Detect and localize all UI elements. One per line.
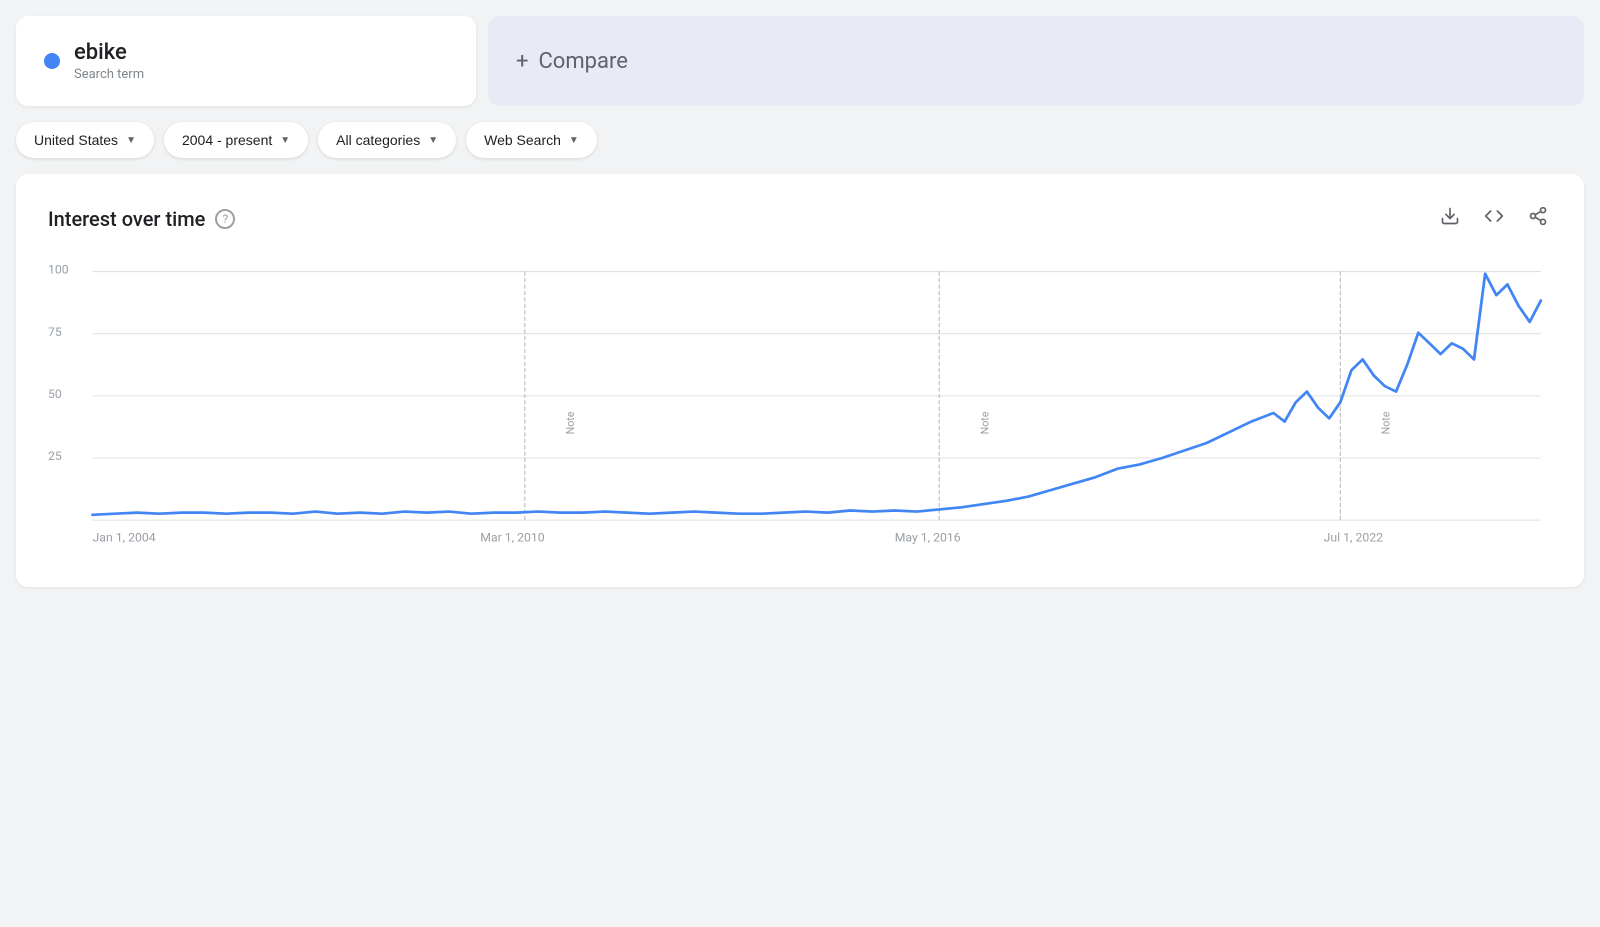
y-label-25: 25 (48, 449, 62, 463)
region-filter-label: United States (34, 132, 118, 148)
x-label-2022: Jul 1, 2022 (1324, 531, 1384, 545)
search-dot (44, 53, 60, 69)
embed-button[interactable] (1480, 202, 1508, 235)
y-label-100: 100 (48, 263, 69, 277)
chart-actions (1436, 202, 1552, 235)
time-dropdown-icon: ▼ (280, 135, 290, 146)
download-button[interactable] (1436, 202, 1464, 235)
chart-title: Interest over time (48, 207, 205, 231)
category-filter-label: All categories (336, 132, 420, 148)
trend-chart: 100 75 50 25 Note Note Note Jan 1, 2004 (48, 263, 1552, 563)
question-mark: ? (223, 212, 229, 226)
category-filter[interactable]: All categories ▼ (318, 122, 456, 158)
term-name: ebike (74, 40, 144, 65)
time-filter-label: 2004 - present (182, 132, 272, 148)
filters-row: United States ▼ 2004 - present ▼ All cat… (16, 122, 1584, 158)
x-label-2010: Mar 1, 2010 (480, 531, 545, 545)
term-label: Search term (74, 67, 144, 82)
help-icon[interactable]: ? (215, 209, 235, 229)
embed-icon (1484, 206, 1504, 226)
search-term-text: ebike Search term (74, 40, 144, 82)
search-type-filter-label: Web Search (484, 132, 561, 148)
chart-title-row: Interest over time ? (48, 207, 235, 231)
time-filter[interactable]: 2004 - present ▼ (164, 122, 308, 158)
chart-header: Interest over time ? (48, 202, 1552, 235)
x-label-2016: May 1, 2016 (895, 531, 961, 545)
trend-polyline (93, 274, 1541, 515)
share-button[interactable] (1524, 202, 1552, 235)
compare-label: Compare (538, 49, 627, 74)
search-type-dropdown-icon: ▼ (569, 135, 579, 146)
search-type-filter[interactable]: Web Search ▼ (466, 122, 597, 158)
region-filter[interactable]: United States ▼ (16, 122, 154, 158)
search-term-card: ebike Search term (16, 16, 476, 106)
compare-plus-icon: + (516, 49, 528, 74)
y-label-75: 75 (48, 325, 62, 339)
note-text-1: Note (564, 411, 577, 434)
note-text-3: Note (1379, 411, 1392, 434)
download-icon (1440, 206, 1460, 226)
category-dropdown-icon: ▼ (428, 135, 438, 146)
y-label-50: 50 (48, 387, 62, 401)
note-text-2: Note (978, 411, 991, 434)
x-label-2004: Jan 1, 2004 (93, 531, 156, 545)
chart-wrapper: 100 75 50 25 Note Note Note Jan 1, 2004 (48, 263, 1552, 563)
region-dropdown-icon: ▼ (126, 135, 136, 146)
share-icon (1528, 206, 1548, 226)
compare-card[interactable]: + Compare (488, 16, 1584, 106)
chart-card: Interest over time ? (16, 174, 1584, 587)
